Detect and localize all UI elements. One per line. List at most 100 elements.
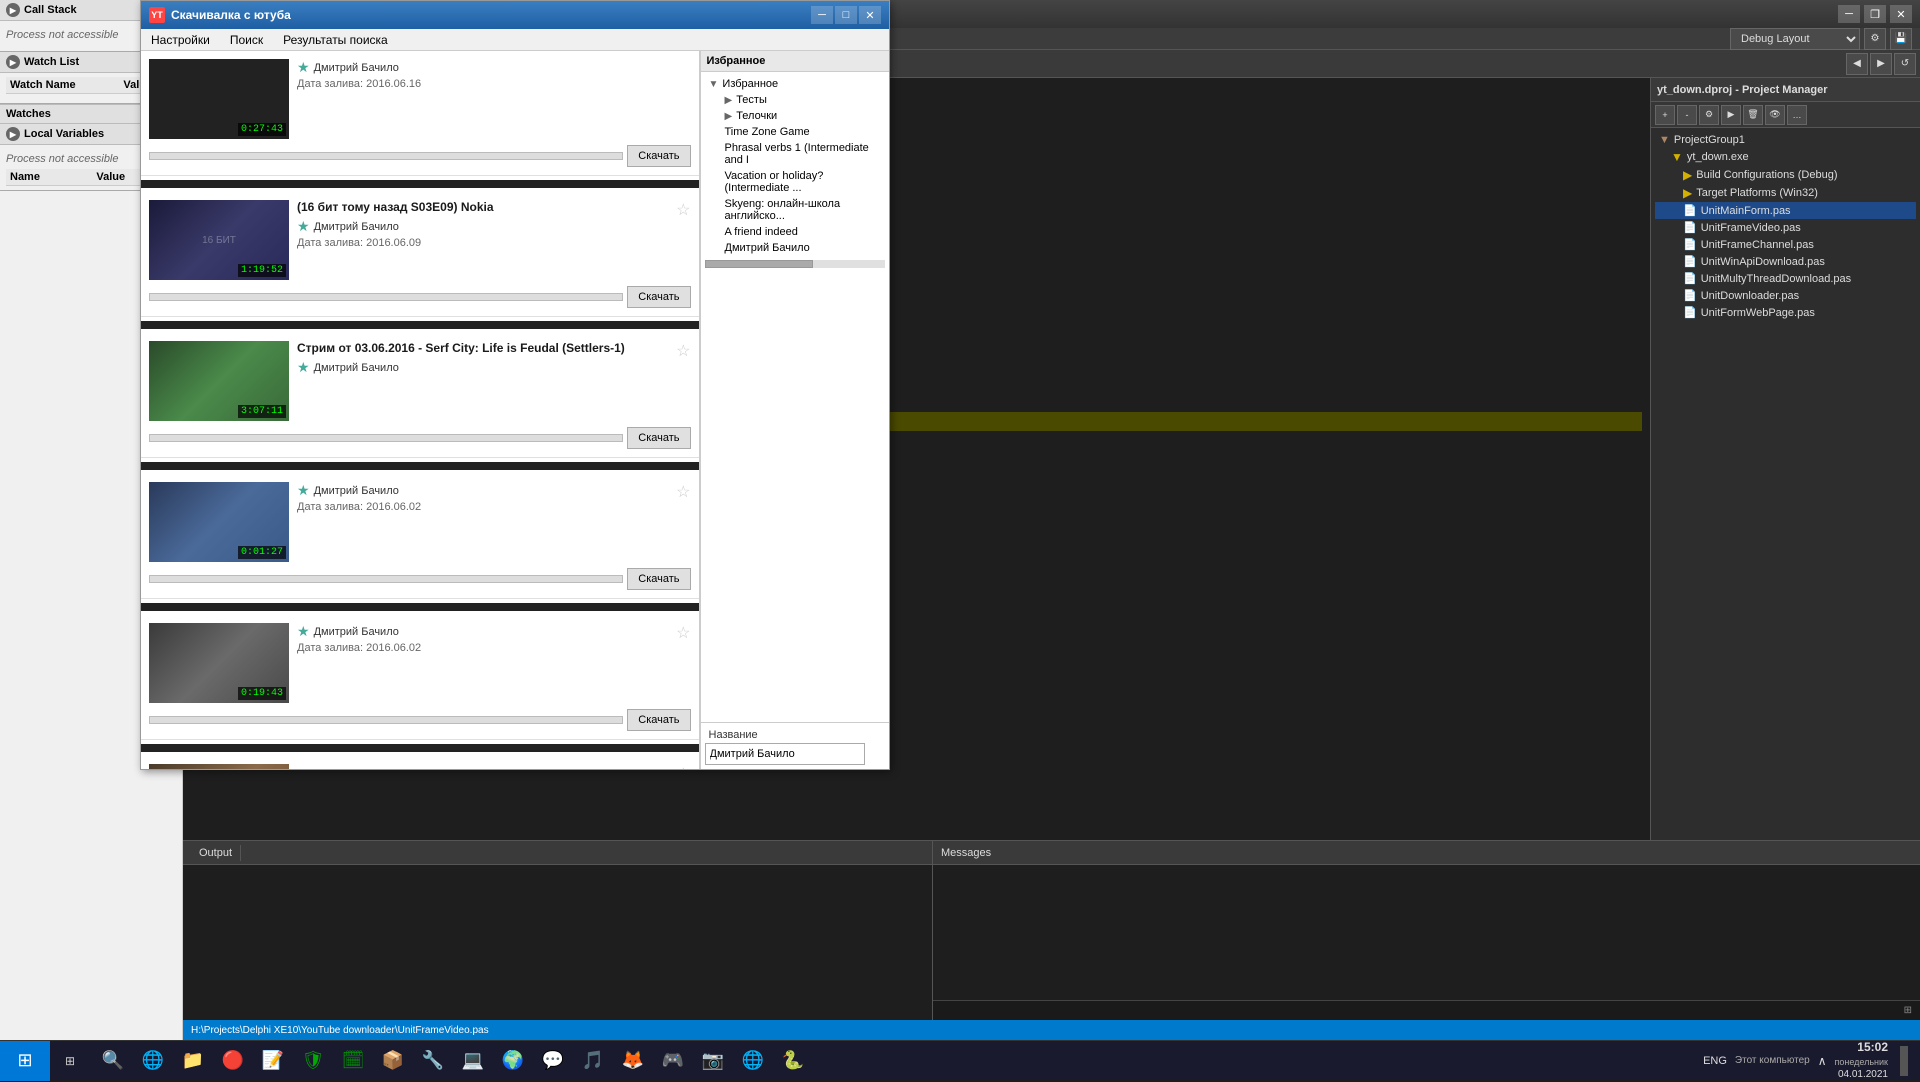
pm-project-group[interactable]: ▼ ProjectGroup1 <box>1655 132 1916 148</box>
taskbar-icon-browser1[interactable]: 🌐 <box>134 1042 172 1080</box>
download-btn-3[interactable]: Скачать <box>627 427 690 449</box>
start-button[interactable]: ⊞ <box>0 1041 50 1081</box>
taskbar-icon-internet[interactable]: 🌍 <box>494 1042 532 1080</box>
result-author-row-1: ★ Дмитрий Бачило <box>297 59 691 76</box>
result-thumb-4: 0:01:27 <box>149 482 289 562</box>
fav-testy[interactable]: ▶ Тесты <box>721 92 886 108</box>
fav-scrollbar[interactable] <box>705 260 886 268</box>
taskbar-icon-firefox[interactable]: 🦊 <box>614 1042 652 1080</box>
result-row-1: 0:27:43 ★ Дмитрий Бачило Дата залива: 20… <box>149 59 691 139</box>
pm-target-label: Target Platforms (Win32) <box>1696 187 1818 199</box>
back-btn[interactable]: ◀ <box>1846 53 1868 75</box>
author-star-1: ★ <box>297 59 310 76</box>
pm-file-framevideo[interactable]: 📄 UnitFrameVideo.pas <box>1655 219 1916 236</box>
download-btn-5[interactable]: Скачать <box>627 709 690 731</box>
pm-group-label: ProjectGroup1 <box>1674 134 1745 146</box>
taskbar-icon-kaspersky[interactable]: 🗓 <box>334 1042 372 1080</box>
pm-file-formwebpage[interactable]: 📄 UnitFormWebPage.pas <box>1655 304 1916 321</box>
star-btn-2[interactable]: ☆ <box>676 200 690 220</box>
result-date-2: Дата залива: 2016.06.09 <box>297 237 691 249</box>
taskbar-icon-cortana[interactable]: 🔍 <box>94 1042 132 1080</box>
taskbar-icon-shield[interactable]: 🛡 <box>294 1042 332 1080</box>
taskbar-icon-notepad[interactable]: 📝 <box>254 1042 292 1080</box>
taskbar-icon-browser2[interactable]: 🌐 <box>734 1042 772 1080</box>
result-item-3: 3:07:11 Стрим от 03.06.2016 - Serf City:… <box>141 333 699 458</box>
fav-dmitry[interactable]: Дмитрий Бачило <box>721 240 886 256</box>
taskbar-icon-snake[interactable]: 🐍 <box>774 1042 812 1080</box>
taskbar-icon-tools[interactable]: 🔧 <box>414 1042 452 1080</box>
pm-target-icon: ▶ <box>1683 186 1692 200</box>
download-bar-3: Скачать <box>149 427 691 449</box>
pm-add-btn[interactable]: + <box>1655 105 1675 125</box>
pm-remove-btn[interactable]: - <box>1677 105 1697 125</box>
pm-more-btn[interactable]: … <box>1787 105 1807 125</box>
maximize-button[interactable]: □ <box>835 6 857 24</box>
taskbar-icon-opera[interactable]: 🔴 <box>214 1042 252 1080</box>
pm-file-mainform[interactable]: 📄 UnitMainForm.pas <box>1655 202 1916 219</box>
forward-btn[interactable]: ▶ <box>1870 53 1892 75</box>
bottom-tab-bar: Output <box>183 841 932 865</box>
bottom-output-panel: Output <box>183 841 933 1020</box>
pm-file-label-4: UnitWinApiDownload.pas <box>1701 256 1825 268</box>
pm-file-label-2: UnitFrameVideo.pas <box>1701 222 1801 234</box>
taskbar-icon-camera[interactable]: 📷 <box>694 1042 732 1080</box>
fav-vacation[interactable]: Vacation or holiday? (Intermediate ... <box>721 168 886 196</box>
fav-scrollbar-thumb <box>705 260 813 268</box>
minimize-button[interactable]: ─ <box>811 6 833 24</box>
pm-file-multythreaddownload[interactable]: 📄 UnitMultyThreadDownload.pas <box>1655 270 1916 287</box>
local-variables-label: Local Variables <box>24 128 104 140</box>
delphi-minimize[interactable]: ─ <box>1838 5 1860 23</box>
layout-dropdown[interactable]: Debug Layout <box>1730 28 1860 50</box>
show-desktop-btn[interactable] <box>1900 1046 1908 1076</box>
close-button[interactable]: ✕ <box>859 6 881 24</box>
taskbar-icon-chat[interactable]: 💬 <box>534 1042 572 1080</box>
download-btn-1[interactable]: Скачать <box>627 145 690 167</box>
clock-time: 15:02 <box>1835 1039 1889 1056</box>
taskbar-computer: Этот компьютер <box>1735 1055 1810 1066</box>
pm-options-btn[interactable]: ⚙ <box>1699 105 1719 125</box>
toolbar-btn-save[interactable]: 💾 <box>1890 28 1912 50</box>
fav-telochki[interactable]: ▶ Телочки <box>721 108 886 124</box>
fav-name-input[interactable] <box>705 743 865 765</box>
pm-view-btn[interactable]: 👁 <box>1765 105 1785 125</box>
delphi-restore[interactable]: ❐ <box>1864 5 1886 23</box>
taskbar-icon-explorer[interactable]: 📁 <box>174 1042 212 1080</box>
fav-phrasal[interactable]: Phrasal verbs 1 (Intermediate and I <box>721 140 886 168</box>
taskbar-search-button[interactable]: ⊞ <box>50 1041 90 1081</box>
taskbar-search-icon: ⊞ <box>65 1054 75 1068</box>
fav-friend[interactable]: A friend indeed <box>721 224 886 240</box>
status-path: H:\Projects\Delphi XE10\YouTube download… <box>191 1025 1912 1036</box>
pm-project-exe[interactable]: ▼ yt_down.exe <box>1655 148 1916 166</box>
yt-titlebar: YT Скачивалка с ютуба ─ □ ✕ <box>141 1 889 29</box>
pm-build-btn[interactable]: ▶ <box>1721 105 1741 125</box>
toolbar-btn-gear[interactable]: ⚙ <box>1864 28 1886 50</box>
fav-timezone[interactable]: Time Zone Game <box>721 124 886 140</box>
download-btn-4[interactable]: Скачать <box>627 568 690 590</box>
refresh-btn[interactable]: ↺ <box>1894 53 1916 75</box>
taskbar-icon-pc[interactable]: 💻 <box>454 1042 492 1080</box>
star-btn-3[interactable]: ☆ <box>676 341 690 361</box>
menu-results[interactable]: Результаты поиска <box>273 31 398 49</box>
pm-file-downloader[interactable]: 📄 UnitDownloader.pas <box>1655 287 1916 304</box>
menu-search[interactable]: Поиск <box>220 31 273 49</box>
pm-file-framechannel[interactable]: 📄 UnitFrameChannel.pas <box>1655 236 1916 253</box>
pm-target-platforms[interactable]: ▶ Target Platforms (Win32) <box>1655 184 1916 202</box>
taskbar-icon-package[interactable]: 📦 <box>374 1042 412 1080</box>
star-btn-5[interactable]: ☆ <box>676 623 690 643</box>
pm-file-winapidownload[interactable]: 📄 UnitWinApiDownload.pas <box>1655 253 1916 270</box>
taskbar-icon-game[interactable]: 🎮 <box>654 1042 692 1080</box>
download-btn-2[interactable]: Скачать <box>627 286 690 308</box>
pm-build-config[interactable]: ▶ Build Configurations (Debug) <box>1655 166 1916 184</box>
menu-settings[interactable]: Настройки <box>141 31 220 49</box>
star-btn-4[interactable]: ☆ <box>676 482 690 502</box>
messages-tab[interactable]: Messages <box>941 847 991 859</box>
star-btn-6[interactable]: ☆ <box>676 764 690 769</box>
fav-root-item[interactable]: ▼ Избранное <box>705 76 886 92</box>
taskbar-icon-music[interactable]: 🎵 <box>574 1042 612 1080</box>
output-tab[interactable]: Output <box>191 845 241 861</box>
delphi-close[interactable]: ✕ <box>1890 5 1912 23</box>
fav-root-label: Избранное <box>722 78 778 90</box>
pm-clean-btn[interactable]: 🗑 <box>1743 105 1763 125</box>
taskbar-up-icon[interactable]: ∧ <box>1818 1054 1827 1068</box>
fav-skyeng[interactable]: Skyeng: онлайн-школа английско... <box>721 196 886 224</box>
